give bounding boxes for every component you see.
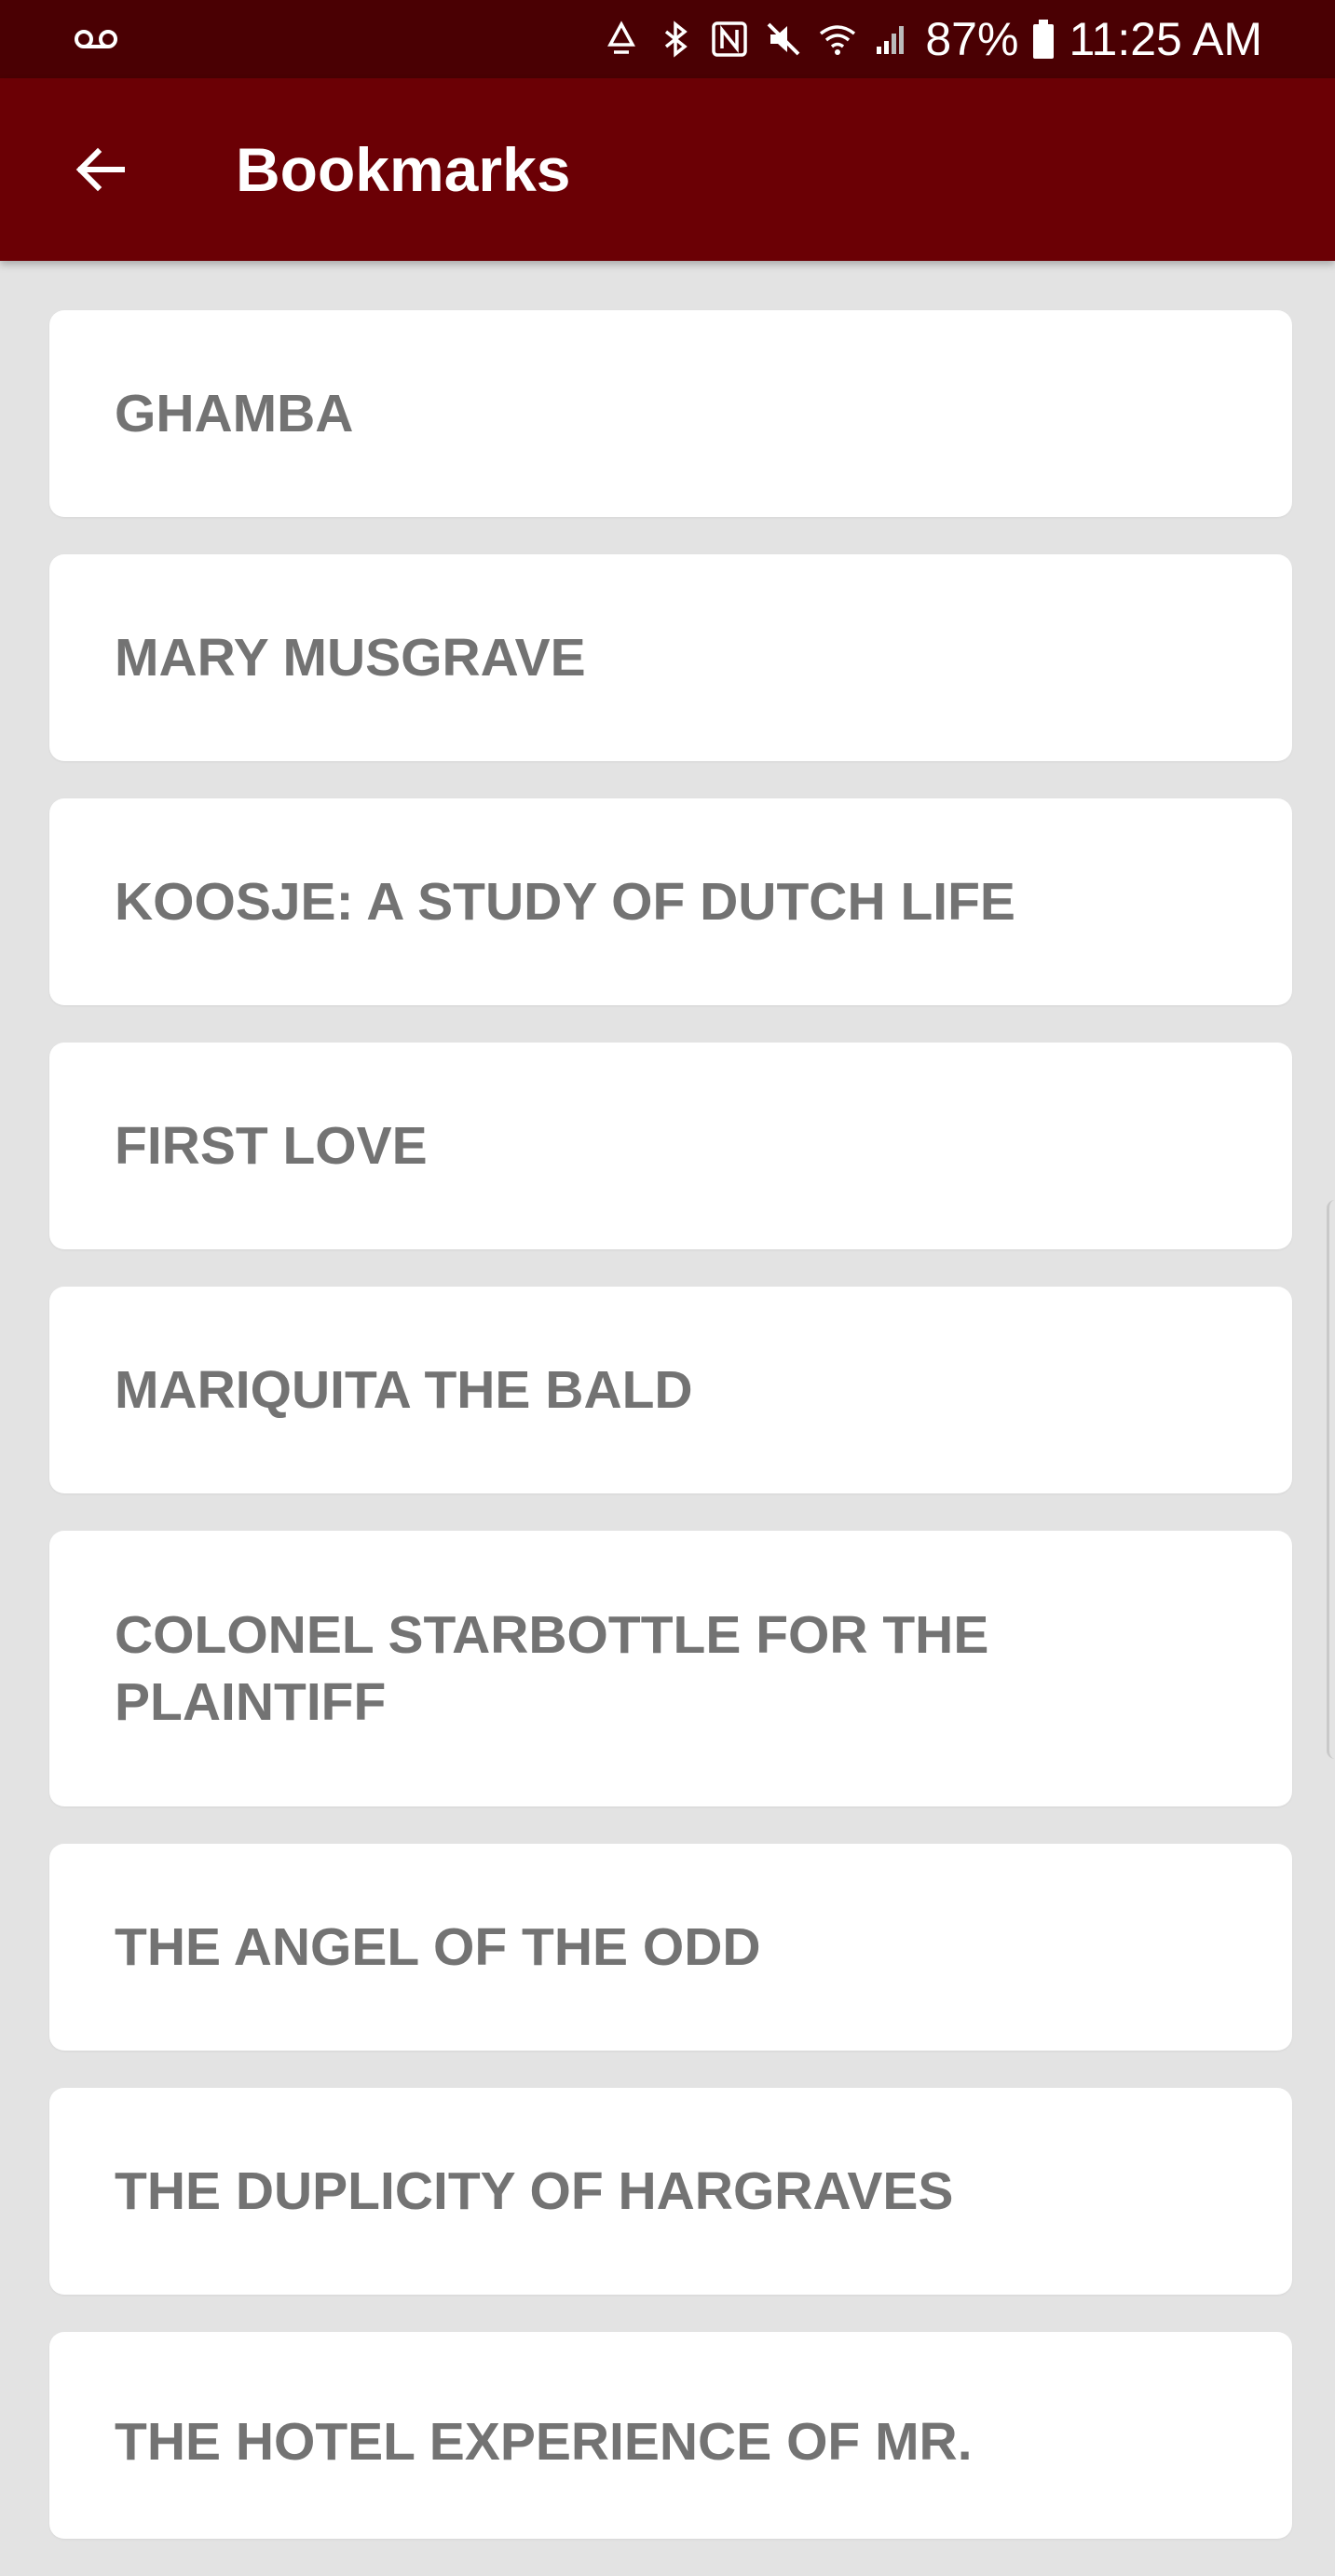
bookmark-title: FIRST LOVE (115, 1116, 428, 1176)
wifi-icon (817, 19, 858, 60)
bookmark-item[interactable]: THE DUPLICITY OF HARGRAVES (49, 2088, 1292, 2295)
bookmark-title: THE HOTEL EXPERIENCE OF MR. (115, 2412, 973, 2472)
bookmark-title: MARY MUSGRAVE (115, 628, 586, 688)
bookmark-item[interactable]: THE HOTEL EXPERIENCE OF MR. (49, 2332, 1292, 2539)
back-button[interactable] (48, 117, 153, 222)
arrow-back-icon (75, 147, 125, 192)
bluetooth-icon (655, 19, 696, 60)
bookmark-title: GHAMBA (115, 384, 354, 443)
bookmark-list: GHAMBA MARY MUSGRAVE KOOSJE: A STUDY OF … (49, 310, 1292, 2576)
bookmark-item[interactable]: FIRST LOVE (49, 1043, 1292, 1249)
bookmark-title: THE ANGEL OF THE ODD (115, 1917, 761, 1977)
battery-icon (1031, 19, 1056, 60)
scroll-indicator[interactable] (1327, 1200, 1335, 1759)
voicemail-icon (73, 22, 119, 56)
nfc-icon (709, 19, 750, 60)
bookmark-title: THE DUPLICITY OF HARGRAVES (115, 2161, 954, 2221)
bookmark-item[interactable]: THE ANGEL OF THE ODD (49, 1844, 1292, 2051)
bookmark-item[interactable]: COLONEL STARBOTTLE FOR THE PLAINTIFF (49, 1531, 1292, 1806)
status-bar: 87% 11:25 AM (0, 0, 1335, 78)
bookmark-title: COLONEL STARBOTTLE FOR THE PLAINTIFF (115, 1605, 989, 1732)
app-bar: Bookmarks (0, 78, 1335, 261)
bookmark-item[interactable]: GHAMBA (49, 310, 1292, 517)
bookmark-item[interactable]: MARY MUSGRAVE (49, 554, 1292, 761)
signal-icon (871, 19, 912, 60)
bookmark-item[interactable]: KOOSJE: A STUDY OF DUTCH LIFE (49, 798, 1292, 1005)
mute-icon (763, 19, 804, 60)
battery-percent: 87% (925, 13, 1019, 65)
bookmark-item[interactable]: MARIQUITA THE BALD (49, 1287, 1292, 1493)
clock: 11:25 AM (1069, 13, 1262, 65)
page-title: Bookmarks (236, 135, 571, 204)
bookmark-title: MARIQUITA THE BALD (115, 1360, 693, 1420)
bookmark-title: KOOSJE: A STUDY OF DUTCH LIFE (115, 872, 1015, 932)
recycle-icon (601, 19, 642, 60)
